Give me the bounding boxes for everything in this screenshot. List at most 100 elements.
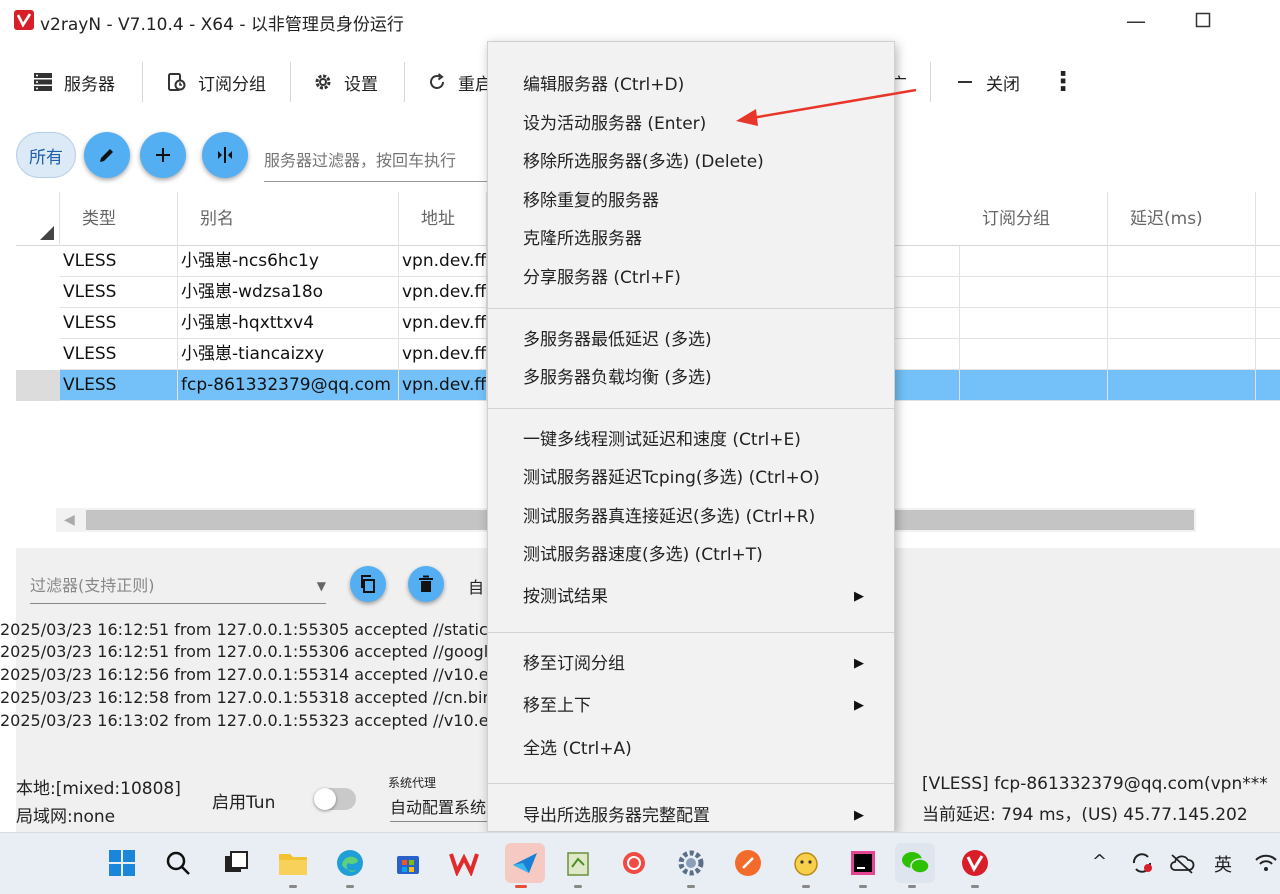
- log-filter-placeholder: 过滤器(支持正则): [30, 576, 155, 595]
- tray-overflow-chevron-icon[interactable]: ^: [1092, 851, 1107, 872]
- close-menu-button[interactable]: 关闭: [954, 56, 1020, 108]
- system-proxy-select[interactable]: 自动配置系统: [390, 794, 490, 822]
- cell-alias: 小强崽-hqxttxv4: [178, 308, 399, 339]
- submenu-arrow-icon: ▶: [854, 589, 864, 604]
- windows-taskbar: ^ 英: [0, 832, 1280, 894]
- v2rayn-taskbar-icon[interactable]: [959, 847, 991, 879]
- menu-separator: [488, 632, 894, 633]
- settings-gear-icon[interactable]: [675, 847, 707, 879]
- column-header-type[interactable]: 类型: [60, 192, 178, 246]
- column-header-address[interactable]: 地址: [399, 192, 487, 246]
- snail-app-icon[interactable]: [618, 847, 650, 879]
- intellij-idea-icon[interactable]: [847, 847, 879, 879]
- minus-icon: [954, 71, 976, 93]
- menu-item-remove-selected[interactable]: 移除所选服务器(多选) (Delete): [488, 144, 894, 180]
- edit-server-button[interactable]: [84, 132, 130, 178]
- menu-item-remove-duplicates[interactable]: 移除重复的服务器: [488, 183, 894, 219]
- start-icon[interactable]: [106, 847, 138, 879]
- column-header-latency[interactable]: 延迟(ms): [1108, 192, 1256, 246]
- cloud-offline-icon[interactable]: [1166, 847, 1198, 879]
- cell-alias: 小强崽-tiancaizxy: [178, 339, 399, 370]
- postman-icon[interactable]: [732, 847, 764, 879]
- more-options-button[interactable]: ⋮: [1050, 56, 1076, 108]
- servers-menu-button[interactable]: 服务器: [32, 56, 115, 108]
- menu-item-sort-by-test-result[interactable]: 按测试结果 ▶: [488, 579, 894, 615]
- select-all-corner[interactable]: [16, 192, 60, 246]
- clear-log-button[interactable]: [408, 566, 444, 602]
- submenu-arrow-icon: ▶: [854, 808, 864, 823]
- wechat-icon[interactable]: [895, 843, 935, 883]
- settings-label: 设置: [344, 74, 378, 95]
- filter-all-chip[interactable]: 所有: [16, 132, 76, 178]
- settings-menu-button[interactable]: 设置: [312, 56, 378, 108]
- subscription-icon: [166, 71, 188, 93]
- column-header-alias[interactable]: 别名: [178, 192, 399, 246]
- wifi-icon[interactable]: [1250, 847, 1280, 879]
- edge-browser-icon[interactable]: [334, 847, 366, 879]
- v2rayn-window: v2rayN - V7.10.4 - X64 - 以非管理员身份运行 — 服务器…: [0, 0, 1280, 894]
- search-icon[interactable]: [162, 847, 194, 879]
- row-header[interactable]: [16, 246, 60, 277]
- menu-item-real-delay-test[interactable]: 测试服务器真连接延迟(多选) (Ctrl+R): [488, 499, 894, 535]
- server-context-menu: 编辑服务器 (Ctrl+D) 设为活动服务器 (Enter) 移除所选服务器(多…: [487, 41, 895, 832]
- menu-item-tcping-test[interactable]: 测试服务器延迟Tcping(多选) (Ctrl+O): [488, 460, 894, 496]
- menu-item-multi-lowest-latency[interactable]: 多服务器最低延迟 (多选): [488, 322, 894, 358]
- input-method-indicator[interactable]: 英: [1214, 851, 1232, 877]
- active-app-icon[interactable]: [505, 843, 545, 883]
- menu-separator: [488, 308, 894, 309]
- split-horizontal-icon: [218, 147, 232, 163]
- running-indicator: [802, 885, 810, 888]
- tun-toggle[interactable]: [314, 788, 356, 810]
- cell-subscription: [960, 370, 1108, 401]
- menu-item-set-active-server[interactable]: 设为活动服务器 (Enter): [488, 106, 894, 142]
- menu-item-move-up-down[interactable]: 移至上下 ▶: [488, 688, 894, 724]
- scroll-left-arrow-icon[interactable]: ◀: [64, 508, 75, 532]
- trash-icon: [419, 575, 433, 592]
- cell-latency: [1108, 277, 1256, 308]
- subscription-menu-button[interactable]: 订阅分组: [166, 56, 266, 108]
- row-header[interactable]: [16, 339, 60, 370]
- copy-log-button[interactable]: [350, 566, 386, 602]
- sync-tray-icon[interactable]: [1126, 847, 1158, 879]
- menu-item-move-to-group[interactable]: 移至订阅分组 ▶: [488, 646, 894, 682]
- cell-subscription: [960, 277, 1108, 308]
- server-filter-input[interactable]: [264, 140, 492, 182]
- menu-item-clone-selected[interactable]: 克隆所选服务器: [488, 221, 894, 257]
- pet-app-icon[interactable]: [790, 847, 822, 879]
- menu-item-select-all[interactable]: 全选 (Ctrl+A): [488, 731, 894, 767]
- minimize-button[interactable]: —: [1116, 6, 1156, 36]
- task-view-icon[interactable]: [220, 847, 252, 879]
- cell-blank: [894, 277, 960, 308]
- menu-item-speed-test[interactable]: 测试服务器速度(多选) (Ctrl+T): [488, 537, 894, 573]
- menu-item-one-click-test[interactable]: 一键多线程测试延迟和速度 (Ctrl+E): [488, 422, 894, 458]
- maximize-button[interactable]: [1183, 6, 1223, 36]
- cell-latency: [1108, 339, 1256, 370]
- reload-menu-button[interactable]: 重启: [426, 56, 492, 108]
- row-header[interactable]: [16, 308, 60, 339]
- menu-item-multi-load-balance[interactable]: 多服务器负载均衡 (多选): [488, 360, 894, 396]
- add-server-button[interactable]: [140, 132, 186, 178]
- row-header[interactable]: [16, 370, 60, 401]
- cell-address: vpn.dev.ffe: [399, 308, 487, 339]
- cell-subscription: [960, 246, 1108, 277]
- cell-alias: 小强崽-wdzsa18o: [178, 277, 399, 308]
- microsoft-store-icon[interactable]: [392, 847, 424, 879]
- sort-by-test-result-label: 按测试结果: [523, 587, 608, 607]
- toolbar-divider: [404, 62, 405, 102]
- running-indicator: [971, 885, 979, 888]
- split-view-button[interactable]: [202, 132, 248, 178]
- wps-office-icon[interactable]: [448, 847, 480, 879]
- row-header[interactable]: [16, 277, 60, 308]
- menu-item-edit-server[interactable]: 编辑服务器 (Ctrl+D): [488, 67, 894, 103]
- title-bar: v2rayN - V7.10.4 - X64 - 以非管理员身份运行 —: [0, 0, 1280, 42]
- running-indicator: [515, 885, 527, 888]
- menu-item-share-server[interactable]: 分享服务器 (Ctrl+F): [488, 260, 894, 296]
- file-explorer-icon[interactable]: [277, 847, 309, 879]
- menu-item-export-full-config[interactable]: 导出所选服务器完整配置 ▶: [488, 798, 894, 831]
- pencil-icon: [100, 149, 113, 162]
- column-header-subscription[interactable]: 订阅分组: [960, 192, 1108, 246]
- log-filter-combobox[interactable]: 过滤器(支持正则) ▼: [30, 568, 326, 604]
- running-indicator: [687, 885, 695, 888]
- notepad-plus-icon[interactable]: [562, 847, 594, 879]
- cell-alias: fcp-861332379@qq.com: [178, 370, 399, 401]
